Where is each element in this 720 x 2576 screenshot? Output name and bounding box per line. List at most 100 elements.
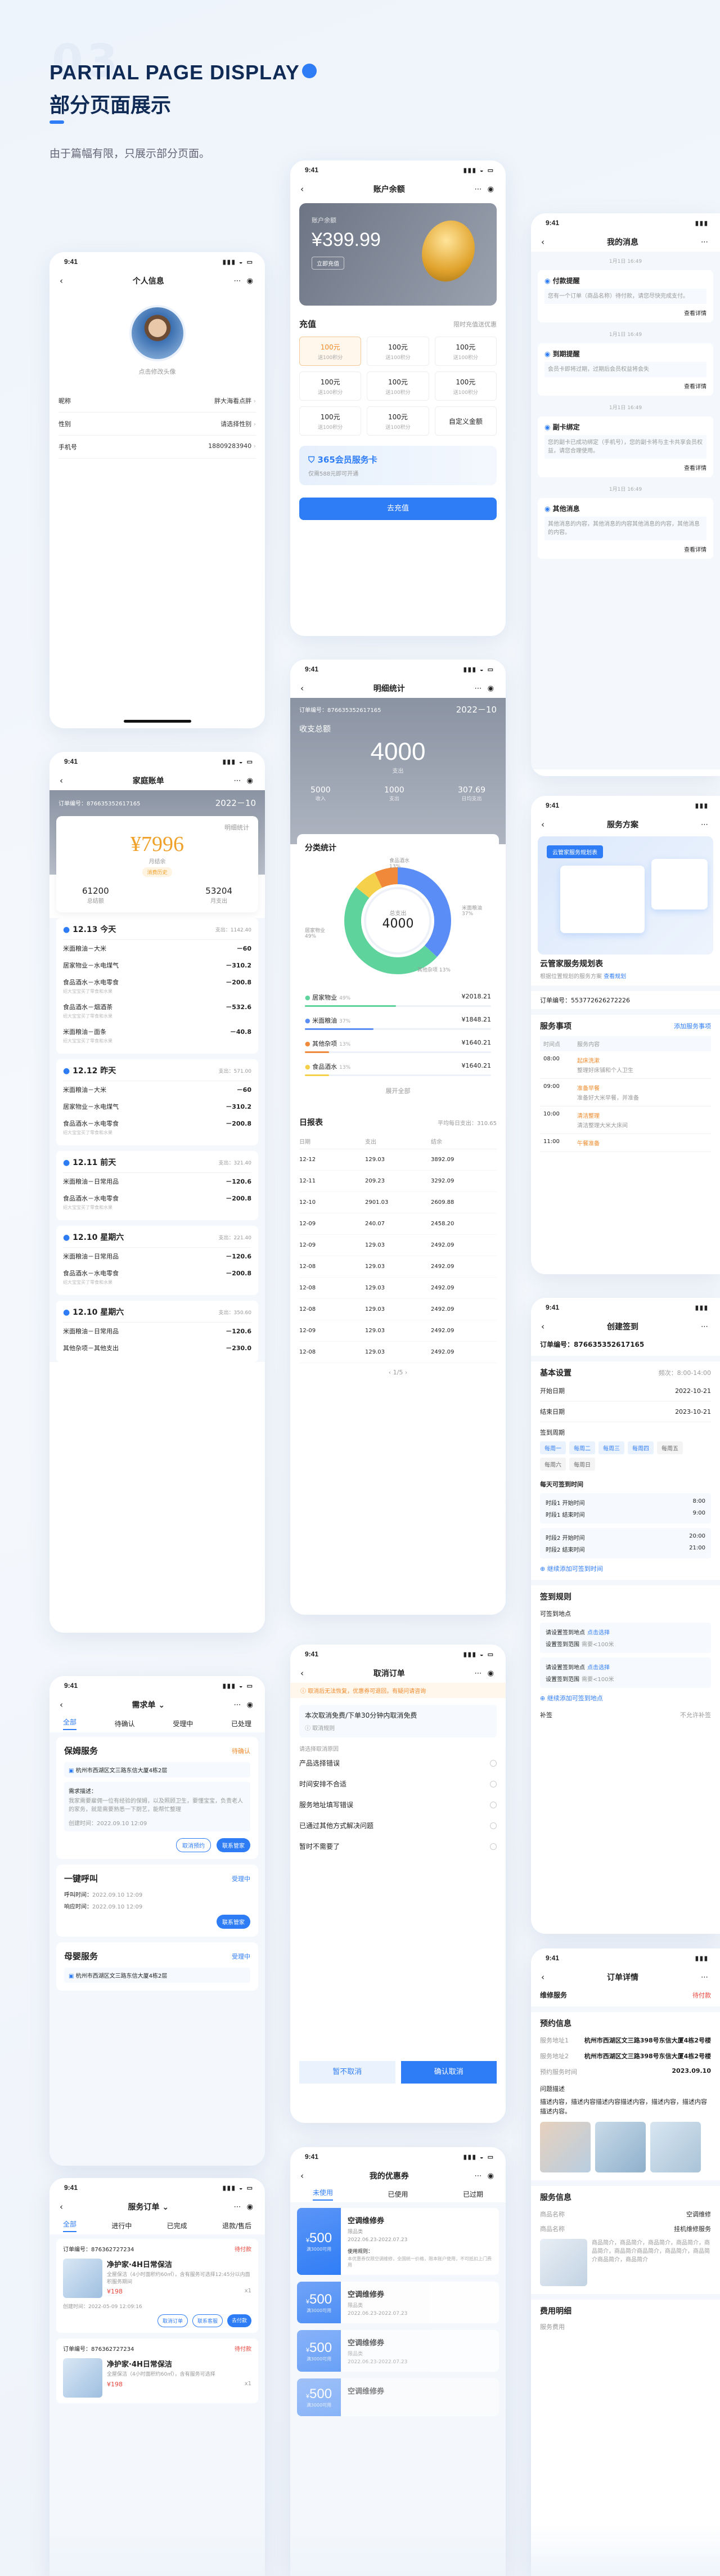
more-icon[interactable]: ⋯ ◉ — [234, 1701, 255, 1709]
radio-icon[interactable] — [490, 1801, 497, 1808]
recharge-option[interactable]: 100元 送100积分 — [299, 371, 362, 401]
more-icon[interactable]: ⋯ ◉ — [234, 2203, 255, 2211]
back-icon[interactable]: ‹ — [60, 1700, 63, 1710]
recharge-option[interactable]: 100元 送100积分 — [367, 337, 429, 366]
demand-card-maternal[interactable]: 母婴服务 受理中 ▣ 杭州市西湖区文三路东信大厦4栋2层 — [56, 1942, 258, 1991]
reason-row[interactable]: 服务地址填写错误 — [299, 1794, 497, 1815]
tab-1[interactable]: 进行中 — [111, 2221, 132, 2230]
service-row[interactable]: 10:00 清洁整理 清洁整理大米大床间 — [540, 1106, 711, 1134]
contact-butler-button[interactable]: 联系管家 — [217, 1915, 250, 1929]
slot-block[interactable]: 时段2 开始时间 20:00 时段2 结束时间 21:00 — [540, 1528, 711, 1558]
ledger-item[interactable]: 米面粮油－大米 －60 — [63, 940, 251, 957]
ledger-chip[interactable]: 消费历史 — [142, 867, 172, 877]
back-icon[interactable]: ‹ — [300, 1668, 304, 1678]
order-action-button[interactable]: 取消订单 — [157, 2314, 188, 2327]
location-link[interactable]: 点击选择 — [587, 1665, 610, 1671]
location-block[interactable]: 请设置签到地点 点击选择 设置签到范围 需要<100米 — [540, 1623, 711, 1653]
coupon-card[interactable]: ¥500 满3000可用 空调维修券 限品类 2022.06.23-2022.07.23 — [297, 2282, 499, 2324]
chevron-down-icon[interactable]: ⌄ — [162, 2203, 169, 2212]
rule-link[interactable]: ⓘ 取消规则 — [305, 1723, 491, 1732]
recharge-submit-button[interactable]: 去充值 — [299, 498, 497, 520]
demand-card-call[interactable]: 一键呼叫 受理中 呼叫时间：2022.09.10 12:09 响应时间：2022.… — [56, 1865, 258, 1937]
message-link[interactable]: 查看详情 — [544, 463, 706, 472]
location-link[interactable]: 点击选择 — [587, 1630, 610, 1636]
tab-0[interactable]: 未使用 — [313, 2188, 334, 2201]
radio-icon[interactable] — [490, 1843, 497, 1850]
ledger-item[interactable]: 食品酒水－水电零食 －200.8 绍大宝宝买了零食和水果 — [63, 1115, 251, 1140]
more-icon[interactable]: ⋯ ◉ — [475, 684, 496, 693]
ledger-item[interactable]: 食品酒水－水电零食 －200.8 绍大宝宝买了零食和水果 — [63, 974, 251, 998]
back-icon[interactable]: ‹ — [300, 683, 304, 693]
radio-icon[interactable] — [490, 1759, 497, 1767]
tab-1[interactable]: 待确认 — [115, 1719, 135, 1728]
back-icon[interactable]: ‹ — [541, 237, 544, 247]
slot-block[interactable]: 时段1 开始时间 8:00 时段1 结束时间 9:00 — [540, 1493, 711, 1524]
vip-card[interactable]: ⛉ 365会员服务卡 仅需588元即可开通 — [299, 446, 497, 485]
keep-order-button[interactable]: 暂不取消 — [299, 2061, 395, 2084]
category-row[interactable]: ● 食品酒水 13% ¥1640.21 — [305, 1058, 491, 1081]
cancel-appointment-button[interactable]: 取消预约 — [176, 1838, 211, 1852]
order-action-button[interactable]: 联系客服 — [192, 2314, 223, 2327]
message-card[interactable]: ◉ 到期提醒 会员卡即将过期，过期后会员权益将会失 查看详情 — [538, 343, 713, 396]
profile-row[interactable]: 性别 请选择性别 › — [58, 413, 256, 436]
profile-row[interactable]: 手机号 18809283940 › — [58, 436, 256, 459]
recharge-hint[interactable]: 限时充值送优惠 — [453, 320, 497, 329]
card-button[interactable]: 立即充值 — [312, 257, 344, 270]
recharge-option[interactable]: 自定义金额 — [434, 406, 497, 436]
pager-next[interactable]: › — [403, 1369, 407, 1376]
more-icon[interactable]: ⋯ ◉ — [234, 277, 255, 285]
back-icon[interactable]: ‹ — [300, 2171, 304, 2181]
message-card[interactable]: ◉ 副卡绑定 您的副卡已成功绑定（手机号），您的副卡将与主卡共享会员权益，请您合理… — [538, 416, 713, 477]
ledger-detail-link[interactable]: 明细统计 — [65, 823, 249, 832]
back-icon[interactable]: ‹ — [541, 1321, 544, 1332]
demand-card-nanny[interactable]: 保姆服务 待确认 ▣ 杭州市西湖区文三路东信大厦4栋2层 需求描述： 我家需要雇佣… — [56, 1737, 258, 1859]
ledger-item[interactable]: 米面粮油－大米 －60 — [63, 1081, 251, 1098]
add-item-link[interactable]: 添加服务事项 — [674, 1022, 711, 1031]
coupon-card[interactable]: ¥500 满3000可用 空调维修券 — [297, 2378, 499, 2417]
chevron-down-icon[interactable]: ⌄ — [158, 1701, 165, 1710]
day-chip[interactable]: 每周一 — [540, 1441, 566, 1454]
category-row[interactable]: ● 其他杂项 13% ¥1640.21 — [305, 1034, 491, 1058]
plan-link[interactable]: 查看规划 — [604, 974, 626, 980]
recharge-option[interactable]: 100元 送100积分 — [367, 371, 429, 401]
tab-3[interactable]: 退款/售后 — [222, 2221, 251, 2230]
confirm-cancel-button[interactable]: 确认取消 — [400, 2061, 497, 2084]
service-row[interactable]: 08:00 起床洗漱 整理好床铺和个人卫生 — [540, 1051, 711, 1079]
ledger-item[interactable]: 米面粮油－日常用品 －120.6 — [63, 1323, 251, 1339]
remark-row[interactable]: 补签 不允许补签 — [540, 1710, 711, 1719]
message-card[interactable]: ◉ 其他消息 其他消息的内容，其他消息的内容其他消息的内容，其他消息的内容。 查看详… — [538, 498, 713, 559]
recharge-option[interactable]: 100元 送100积分 — [299, 337, 362, 366]
location-block[interactable]: 请设置签到地点 点击选择 设置签到范围 需要<100米 — [540, 1657, 711, 1688]
day-chip[interactable]: 每周五 — [657, 1441, 683, 1454]
ledger-item[interactable]: 米面粮油－日常用品 －120.6 — [63, 1248, 251, 1265]
back-icon[interactable]: ‹ — [541, 819, 544, 830]
order-card[interactable]: 订单编号：876362727234 待付款 净护家·4H日常保洁 全屋保洁（4小时面积… — [56, 2338, 258, 2403]
tab-0[interactable]: 全部 — [63, 1717, 77, 1730]
more-icon[interactable]: ⋯ — [701, 238, 710, 247]
contact-butler-button[interactable]: 联系管家 — [217, 1838, 250, 1852]
coupon-card[interactable]: ¥500 满3000可用 空调维修券 限品类 2022.06.23-2022.07.23… — [297, 2208, 499, 2275]
back-icon[interactable]: ‹ — [60, 776, 63, 786]
radio-icon[interactable] — [490, 1780, 497, 1787]
reason-row[interactable]: 产品选择错误 — [299, 1753, 497, 1773]
order-card[interactable]: 订单编号：876362727234 待付款 净护家·4H日常保洁 全屋保洁（4小时面积… — [56, 2239, 258, 2333]
add-loc-link[interactable]: ⊕ 继续添加可签到地点 — [540, 1694, 711, 1703]
ledger-item[interactable]: 食品酒水－水电零食 －200.8 绍大宝宝买了零食和水果 — [63, 1265, 251, 1289]
tab-0[interactable]: 全部 — [63, 2219, 77, 2232]
category-row[interactable]: ● 米面粮油 37% ¥1848.21 — [305, 1011, 491, 1034]
back-icon[interactable]: ‹ — [60, 276, 63, 286]
day-chip[interactable]: 每周日 — [569, 1458, 595, 1471]
order-action-button[interactable]: 去付款 — [227, 2314, 251, 2327]
ledger-item[interactable]: 其他杂项－其他支出 －230.0 — [63, 1339, 251, 1356]
add-slot-link[interactable]: ⊕ 继续添加可签到时间 — [540, 1564, 711, 1573]
tab-1[interactable]: 已使用 — [388, 2189, 408, 2199]
more-icon[interactable]: ⋯ ◉ — [475, 2172, 496, 2180]
day-chip[interactable]: 每周六 — [540, 1458, 566, 1471]
tab-3[interactable]: 已处理 — [231, 1719, 251, 1728]
reason-row[interactable]: 时间安排不合适 — [299, 1773, 497, 1794]
day-chip[interactable]: 每周四 — [628, 1441, 654, 1454]
coupon-card[interactable]: ¥500 满3000可用 空调维修券 限品类 2022.06.23-2022.07.23 — [297, 2330, 499, 2372]
tab-2[interactable]: 已过期 — [463, 2189, 483, 2199]
start-row[interactable]: 开始日期 2022-10-21 — [540, 1386, 711, 1401]
ledger-item[interactable]: 居家物业－水电煤气 －310.2 — [63, 1098, 251, 1115]
